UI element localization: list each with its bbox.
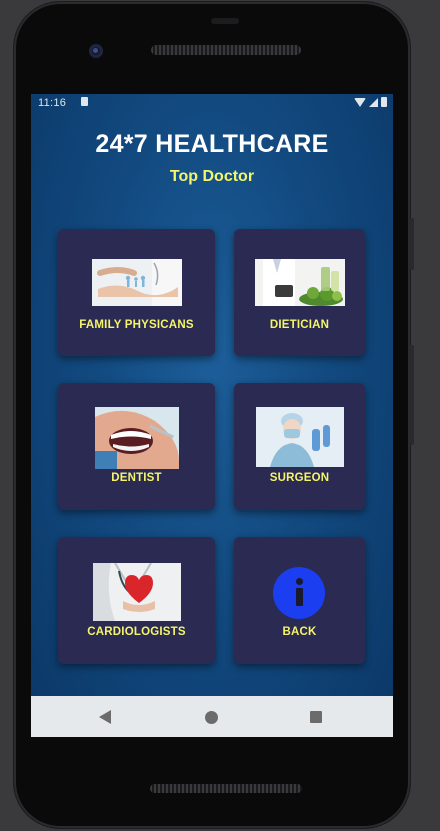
wifi-icon bbox=[354, 97, 366, 107]
status-bar: 11:16 bbox=[31, 94, 393, 112]
nav-home-icon[interactable] bbox=[205, 711, 218, 724]
volume-button bbox=[409, 345, 414, 445]
info-icon bbox=[273, 567, 325, 619]
heart-in-hand-photo bbox=[92, 563, 181, 621]
back-label: BACK bbox=[282, 626, 317, 638]
family-physicians-card[interactable]: FAMILY PHYSICANS bbox=[58, 229, 215, 356]
family-care-photo bbox=[91, 259, 182, 306]
dentist-label: DENTIST bbox=[111, 472, 162, 484]
app-screen: 11:16 24*7 HEALTHCARE Top Doctor FAMILY … bbox=[31, 94, 393, 737]
app-subtitle: Top Doctor bbox=[169, 168, 255, 185]
family-physicians-label: FAMILY PHYSICANS bbox=[79, 319, 194, 331]
sim-card-icon bbox=[81, 97, 88, 106]
dietician-card[interactable]: DIETICIAN bbox=[234, 229, 365, 356]
surgeon-label: SURGEON bbox=[269, 472, 330, 484]
status-icons bbox=[354, 97, 387, 107]
front-camera-icon bbox=[89, 44, 103, 58]
nav-back-icon[interactable] bbox=[99, 710, 111, 724]
power-button bbox=[409, 218, 414, 270]
surgeon-photo bbox=[255, 407, 344, 467]
back-card[interactable]: BACK bbox=[234, 537, 365, 664]
cardiologists-card[interactable]: CARDIOLOGISTS bbox=[58, 537, 215, 664]
doctor-with-vegetables-photo bbox=[254, 259, 345, 306]
top-speaker-grille bbox=[151, 45, 301, 55]
bottom-speaker-grille bbox=[150, 784, 302, 793]
dietician-label: DIETICIAN bbox=[269, 319, 330, 331]
earpiece bbox=[211, 18, 239, 24]
system-navigation-bar bbox=[31, 696, 393, 737]
dental-exam-photo bbox=[94, 407, 179, 469]
battery-icon bbox=[381, 97, 387, 107]
app-title: 24*7 HEALTHCARE bbox=[95, 130, 329, 158]
cardiologists-label: CARDIOLOGISTS bbox=[87, 626, 186, 638]
dentist-card[interactable]: DENTIST bbox=[58, 383, 215, 510]
surgeon-card[interactable]: SURGEON bbox=[234, 383, 365, 510]
nav-recents-icon[interactable] bbox=[310, 711, 322, 723]
signal-icon bbox=[369, 97, 378, 107]
status-time: 11:16 bbox=[38, 97, 67, 109]
